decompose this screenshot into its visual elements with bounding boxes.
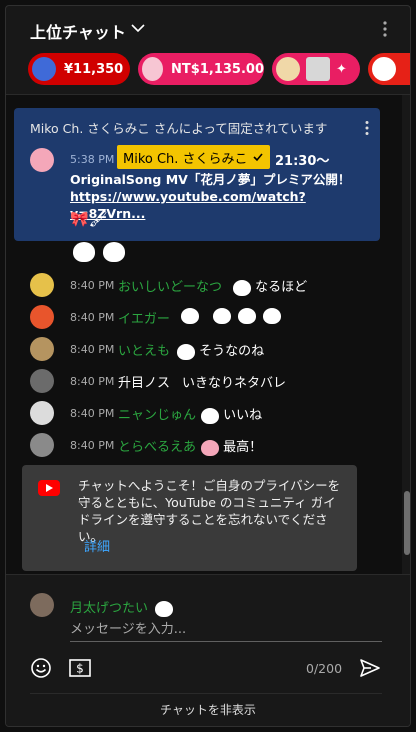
author-name: Miko Ch. さくらみこ (123, 151, 248, 167)
superchat-chip[interactable]: ¥11,350 (28, 53, 130, 85)
pinned-message-body: OriginalSong MV「花月ノ夢」プレミア公開！https://www.… (70, 171, 370, 222)
avatar (372, 57, 396, 81)
custom-emoji-icon (233, 279, 251, 296)
youtube-logo-icon (38, 480, 60, 496)
author-name[interactable]: おいしいどーなつ (118, 276, 222, 295)
welcome-text: チャットへようこそ！ご自身のプライバシーを守るとともに、YouTube のコミュ… (78, 478, 341, 544)
welcome-notice: チャットへようこそ！ご自身のプライバシーを守るとともに、YouTube のコミュ… (22, 465, 357, 571)
author-name[interactable]: ニャンじゅん (118, 404, 196, 423)
timestamp: 8:40 PM (70, 311, 115, 324)
custom-emoji-icon: 🎀🖌 (70, 210, 108, 228)
timestamp: 8:40 PM (70, 439, 115, 452)
live-chat-panel: 上位チャット ¥11,350 NT$1,135.00 ✦ Miko Ch. さく… (5, 5, 411, 727)
svg-text:$: $ (76, 662, 84, 676)
custom-emoji-icon (103, 241, 126, 262)
scrollbar-thumb[interactable] (404, 491, 410, 555)
sticker-icon (306, 57, 330, 81)
message-text: そうなのね (174, 340, 264, 360)
superchat-amount: NT$1,135.00 (171, 61, 264, 77)
message-body: そうなのね (199, 344, 265, 359)
message-composer: 月太げつたい $ 0/200 チャットを非表示 (6, 574, 410, 726)
custom-emoji-icon (213, 308, 232, 324)
divider (30, 693, 382, 694)
chat-message[interactable]: 8:40 PM ニャンじゅん いいね (30, 401, 390, 425)
timestamp: 8:40 PM (70, 407, 115, 420)
message-text: いいね (198, 404, 262, 424)
superchat-chip[interactable] (368, 53, 410, 85)
avatar[interactable] (30, 337, 54, 361)
author-name[interactable]: 升目ノス (118, 372, 170, 391)
avatar[interactable] (30, 433, 54, 457)
timestamp: 5:38 PM (70, 153, 115, 166)
sparkle-icon: ✦ (336, 61, 347, 77)
kebab-vertical-icon[interactable] (382, 20, 388, 38)
avatar[interactable] (30, 369, 54, 393)
message-body: いいね (223, 408, 263, 423)
timestamp: 8:40 PM (70, 343, 115, 356)
message-input[interactable] (70, 618, 382, 642)
chat-message-list[interactable]: Miko Ch. さくらみこ さんによって固定されています 5:38 PM Mi… (6, 95, 402, 574)
chat-message[interactable]: 8:40 PM とらべるえあ 最高！ (30, 433, 390, 457)
custom-emoji-icon (181, 308, 199, 324)
custom-emoji-icon (73, 241, 95, 262)
custom-emoji-icon (177, 343, 195, 360)
chat-message[interactable]: 8:40 PM イエガー (30, 305, 390, 329)
chat-message[interactable]: 8:40 PM おいしいどーなつ なるほど (30, 273, 390, 297)
avatar[interactable] (30, 305, 54, 329)
chat-mode-title[interactable]: 上位チャット (30, 19, 126, 43)
pinned-message-banner[interactable]: Miko Ch. さくらみこ さんによって固定されています 5:38 PM Mi… (14, 108, 380, 241)
avatar[interactable] (30, 273, 54, 297)
message-text: 最高！ (198, 436, 262, 456)
timestamp: 8:40 PM (70, 375, 115, 388)
superchat-amount: ¥11,350 (64, 61, 124, 77)
message-text: なるほど (230, 276, 307, 296)
avatar (32, 57, 56, 81)
message-text (178, 308, 282, 324)
avatar[interactable] (30, 148, 54, 172)
character-counter: 0/200 (306, 661, 343, 676)
chat-message[interactable]: 8:40 PM いとえも そうなのね (30, 337, 390, 361)
owner-author-badge[interactable]: Miko Ch. さくらみこ (117, 145, 270, 169)
username-text: 月太げつたい (70, 601, 149, 616)
emoji-row (70, 241, 130, 265)
message-body: 最高！ (223, 440, 263, 455)
check-icon (252, 153, 263, 162)
message-body: いきなりネタバレ (182, 376, 287, 391)
smiley-icon[interactable] (30, 657, 52, 679)
learn-more-link[interactable]: 詳細 (84, 536, 110, 555)
pinned-by-label: Miko Ch. さくらみこ さんによって固定されています (30, 121, 328, 136)
custom-emoji-icon (201, 439, 219, 456)
author-name[interactable]: いとえも (118, 340, 170, 359)
custom-emoji-icon (201, 407, 219, 424)
kebab-vertical-icon[interactable] (364, 120, 370, 136)
custom-emoji-icon (263, 308, 282, 324)
custom-emoji-icon (238, 308, 257, 324)
pinned-message-text: 21:30〜 (275, 154, 330, 169)
chat-header: 上位チャット (6, 6, 410, 52)
superchat-ticker: ¥11,350 NT$1,135.00 ✦ (26, 53, 410, 87)
dollar-bill-icon[interactable]: $ (69, 659, 91, 677)
timestamp: 8:40 PM (70, 279, 115, 292)
author-name[interactable]: とらべるえあ (118, 436, 196, 455)
chat-message[interactable]: 8:40 PM 升目ノス いきなりネタバレ (30, 369, 390, 393)
avatar (276, 57, 300, 81)
avatar[interactable] (30, 401, 54, 425)
chevron-down-icon[interactable] (131, 23, 145, 33)
superchat-chip[interactable]: NT$1,135.00 (138, 53, 264, 85)
hide-chat-button[interactable]: チャットを非表示 (6, 701, 410, 718)
author-name[interactable]: イエガー (118, 308, 170, 327)
composer-username: 月太げつたい (70, 597, 174, 617)
send-icon[interactable] (358, 657, 382, 679)
pinned-message-title: OriginalSong MV「花月ノ夢」プレミア公開！ (70, 172, 351, 187)
avatar (142, 57, 164, 81)
custom-emoji-icon (155, 600, 174, 617)
message-body: なるほど (255, 280, 308, 295)
avatar (30, 593, 54, 617)
superchat-chip[interactable]: ✦ (272, 53, 360, 85)
